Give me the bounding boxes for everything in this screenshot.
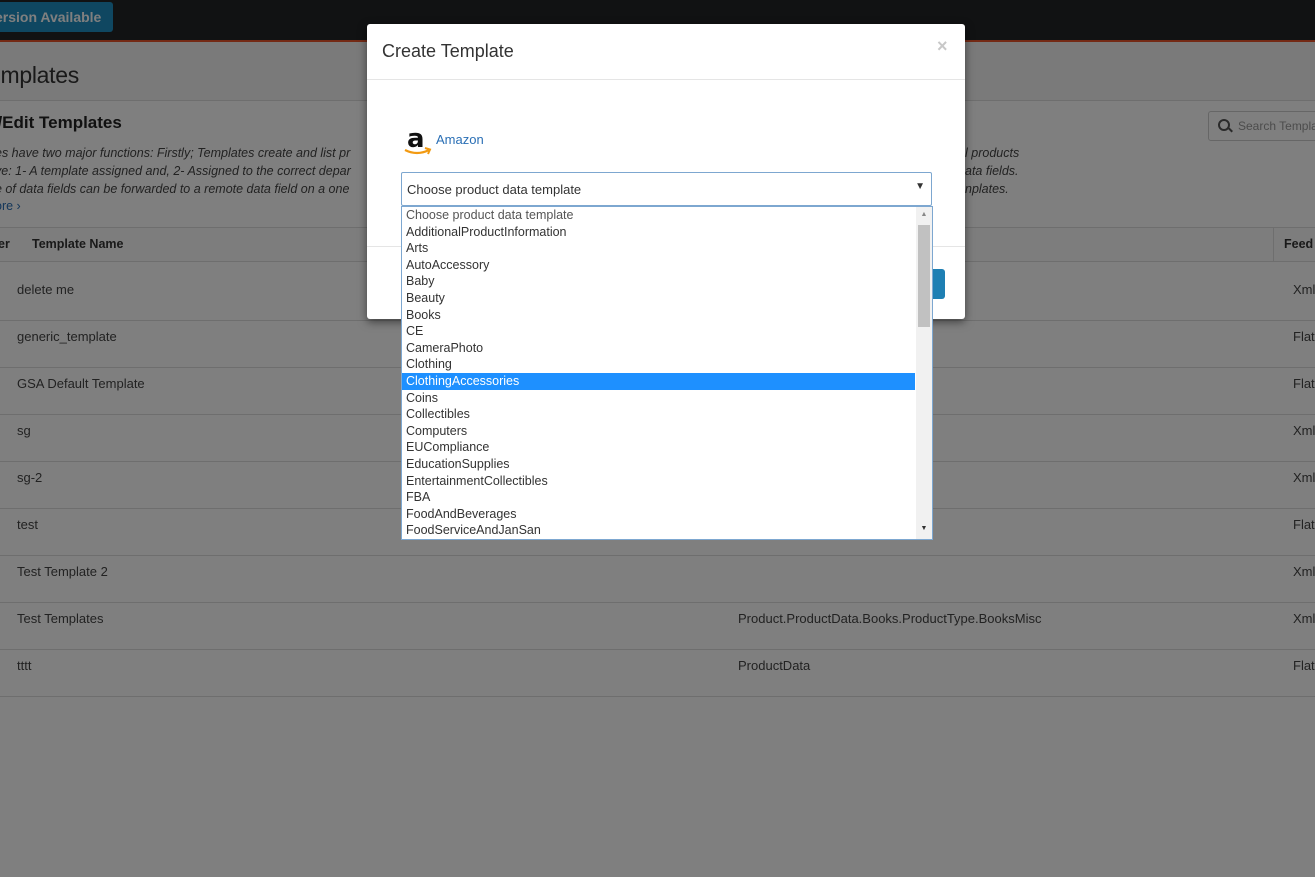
- chevron-down-icon: ▼: [915, 181, 925, 192]
- amazon-marketplace-link[interactable]: Amazon: [436, 132, 484, 147]
- option-item[interactable]: Collectibles: [402, 406, 915, 423]
- option-item[interactable]: CameraPhoto: [402, 340, 915, 357]
- select-value: Choose product data template: [407, 182, 582, 197]
- amazon-logo-icon: a: [403, 124, 433, 156]
- option-item[interactable]: CE: [402, 323, 915, 340]
- option-item[interactable]: Arts: [402, 240, 915, 257]
- option-item[interactable]: Choose product data template: [402, 207, 915, 224]
- modal-title: Create Template: [382, 41, 514, 61]
- option-item[interactable]: FoodAndBeverages: [402, 506, 915, 523]
- option-item[interactable]: AdditionalProductInformation: [402, 224, 915, 241]
- scroll-thumb[interactable]: [918, 225, 930, 327]
- option-item[interactable]: Baby: [402, 273, 915, 290]
- option-item[interactable]: Computers: [402, 423, 915, 440]
- option-item[interactable]: EUCompliance: [402, 439, 915, 456]
- product-data-template-select[interactable]: Choose product data template ▼: [401, 172, 932, 206]
- close-icon[interactable]: ×: [937, 36, 948, 57]
- option-item[interactable]: Coins: [402, 390, 915, 407]
- option-item[interactable]: FoodServiceAndJanSan: [402, 522, 915, 539]
- template-options-list[interactable]: Choose product data template AdditionalPr…: [401, 206, 933, 540]
- option-item[interactable]: Beauty: [402, 290, 915, 307]
- modal-header: Create Template ×: [367, 24, 965, 80]
- list-scrollbar[interactable]: ▲ ▼: [916, 207, 932, 539]
- option-item[interactable]: FBA: [402, 489, 915, 506]
- option-item[interactable]: EntertainmentCollectibles: [402, 473, 915, 490]
- amazon-smile-icon: [404, 147, 432, 155]
- option-item[interactable]: EducationSupplies: [402, 456, 915, 473]
- option-item[interactable]: Clothing: [402, 356, 915, 373]
- option-item[interactable]: Books: [402, 307, 915, 324]
- option-item[interactable]: ClothingAccessories: [402, 373, 915, 390]
- scroll-up-icon[interactable]: ▲: [916, 209, 932, 221]
- scroll-down-icon[interactable]: ▼: [916, 523, 932, 535]
- option-item[interactable]: AutoAccessory: [402, 257, 915, 274]
